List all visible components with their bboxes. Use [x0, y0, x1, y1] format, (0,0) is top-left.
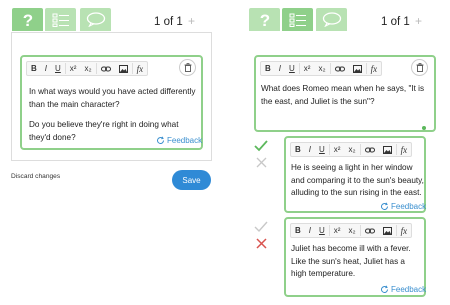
- save-button[interactable]: Save: [172, 170, 211, 190]
- editor-toolbar: B I U x² x₂ fx: [290, 142, 413, 157]
- trash-icon: [184, 63, 191, 72]
- tab-choices[interactable]: [282, 8, 313, 31]
- italic-button[interactable]: I: [305, 224, 315, 237]
- refresh-icon: [157, 136, 165, 144]
- superscript-button[interactable]: x²: [330, 143, 345, 156]
- bold-button[interactable]: B: [261, 62, 275, 75]
- feedback-link[interactable]: Feedback: [380, 285, 426, 294]
- answer-editor[interactable]: B I U x² x₂ fx Juliet has become ill wit…: [284, 217, 426, 297]
- question-editor[interactable]: B I U x² x₂ fx What does Romeo mean when…: [254, 55, 436, 132]
- image-icon: [352, 64, 362, 73]
- link-button[interactable]: [361, 224, 379, 237]
- link-icon: [100, 66, 111, 71]
- chat-bubble-icon: [322, 12, 341, 27]
- bold-button[interactable]: B: [291, 224, 305, 237]
- image-button[interactable]: [379, 224, 396, 237]
- superscript-button[interactable]: x²: [66, 62, 81, 75]
- mark-correct-button[interactable]: [254, 140, 268, 154]
- italic-button[interactable]: I: [275, 62, 285, 75]
- subscript-button[interactable]: x₂: [344, 224, 359, 237]
- subscript-button[interactable]: x₂: [314, 62, 329, 75]
- subscript-button[interactable]: x₂: [344, 143, 359, 156]
- editor-toolbar: B I U x² x₂ fx: [26, 61, 149, 76]
- add-page-button[interactable]: +: [188, 14, 195, 28]
- underline-button[interactable]: U: [51, 62, 65, 75]
- tab-question[interactable]: ?: [12, 8, 43, 31]
- trash-icon: [416, 63, 423, 72]
- feedback-label: Feedback: [391, 202, 427, 211]
- link-button[interactable]: [97, 62, 115, 75]
- question-panel: B I U x² x₂ fx In what ways would you ha…: [11, 32, 212, 161]
- question-icon: ?: [22, 11, 32, 29]
- question-text[interactable]: What does Romeo mean when he says, "It i…: [261, 83, 433, 108]
- link-button[interactable]: [361, 143, 379, 156]
- pager: 1 of 1 +: [381, 14, 422, 28]
- superscript-button[interactable]: x²: [300, 62, 315, 75]
- link-icon: [364, 147, 375, 152]
- tab-question[interactable]: ?: [249, 8, 280, 31]
- editor-toolbar: B I U x² x₂ fx: [260, 61, 383, 76]
- formula-button[interactable]: fx: [397, 224, 412, 237]
- image-button[interactable]: [115, 62, 132, 75]
- refresh-icon: [381, 285, 389, 293]
- link-icon: [364, 228, 375, 233]
- image-icon: [118, 64, 128, 73]
- bold-button[interactable]: B: [291, 143, 305, 156]
- feedback-label: Feedback: [167, 136, 203, 145]
- underline-button[interactable]: U: [285, 62, 299, 75]
- chat-bubble-icon: [86, 12, 105, 27]
- svg-text:?: ?: [22, 11, 32, 29]
- underline-button[interactable]: U: [315, 143, 329, 156]
- x-icon: [256, 238, 267, 249]
- formula-button[interactable]: fx: [133, 62, 148, 75]
- list-icon: [52, 13, 69, 27]
- mark-correct-button[interactable]: [254, 221, 268, 235]
- tab-feedback[interactable]: [316, 8, 347, 31]
- feedback-link[interactable]: Feedback: [380, 202, 426, 211]
- check-icon: [254, 221, 268, 233]
- question-editor[interactable]: B I U x² x₂ fx In what ways would you ha…: [20, 55, 203, 150]
- answer-text[interactable]: He is seeing a light in her window and c…: [291, 162, 425, 200]
- refresh-icon: [381, 202, 389, 210]
- subscript-button[interactable]: x₂: [80, 62, 95, 75]
- link-icon: [334, 66, 345, 71]
- feedback-link[interactable]: Feedback: [156, 136, 202, 145]
- delete-button[interactable]: [179, 59, 196, 76]
- image-icon: [382, 145, 392, 154]
- mark-incorrect-button[interactable]: [256, 238, 267, 251]
- formula-button[interactable]: fx: [367, 62, 382, 75]
- tab-choices[interactable]: [45, 8, 76, 31]
- bold-button[interactable]: B: [27, 62, 41, 75]
- tab-feedback[interactable]: [80, 8, 111, 31]
- image-icon: [382, 226, 392, 235]
- add-page-button[interactable]: +: [415, 14, 422, 28]
- pager-text: 1 of 1: [154, 16, 183, 28]
- question-paragraph: In what ways would you have acted differ…: [29, 87, 196, 109]
- list-icon: [289, 13, 306, 27]
- pager: 1 of 1 +: [154, 14, 195, 28]
- delete-button[interactable]: [411, 59, 428, 76]
- discard-changes-link[interactable]: Discard changes: [11, 173, 60, 180]
- x-icon: [256, 157, 267, 168]
- image-button[interactable]: [379, 143, 396, 156]
- check-icon: [254, 140, 268, 152]
- answer-text[interactable]: Juliet has become ill with a fever. Like…: [291, 243, 421, 281]
- italic-button[interactable]: I: [41, 62, 51, 75]
- feedback-label: Feedback: [391, 285, 427, 294]
- pager-text: 1 of 1: [381, 16, 410, 28]
- editor-toolbar: B I U x² x₂ fx: [290, 223, 413, 238]
- question-icon: ?: [259, 11, 269, 29]
- mark-incorrect-button[interactable]: [256, 157, 267, 170]
- image-button[interactable]: [349, 62, 366, 75]
- svg-text:?: ?: [259, 11, 269, 29]
- italic-button[interactable]: I: [305, 143, 315, 156]
- answer-editor[interactable]: B I U x² x₂ fx He is seeing a light in h…: [284, 136, 426, 213]
- formula-button[interactable]: fx: [397, 143, 412, 156]
- superscript-button[interactable]: x²: [330, 224, 345, 237]
- underline-button[interactable]: U: [315, 224, 329, 237]
- link-button[interactable]: [331, 62, 349, 75]
- resize-handle[interactable]: [422, 126, 426, 130]
